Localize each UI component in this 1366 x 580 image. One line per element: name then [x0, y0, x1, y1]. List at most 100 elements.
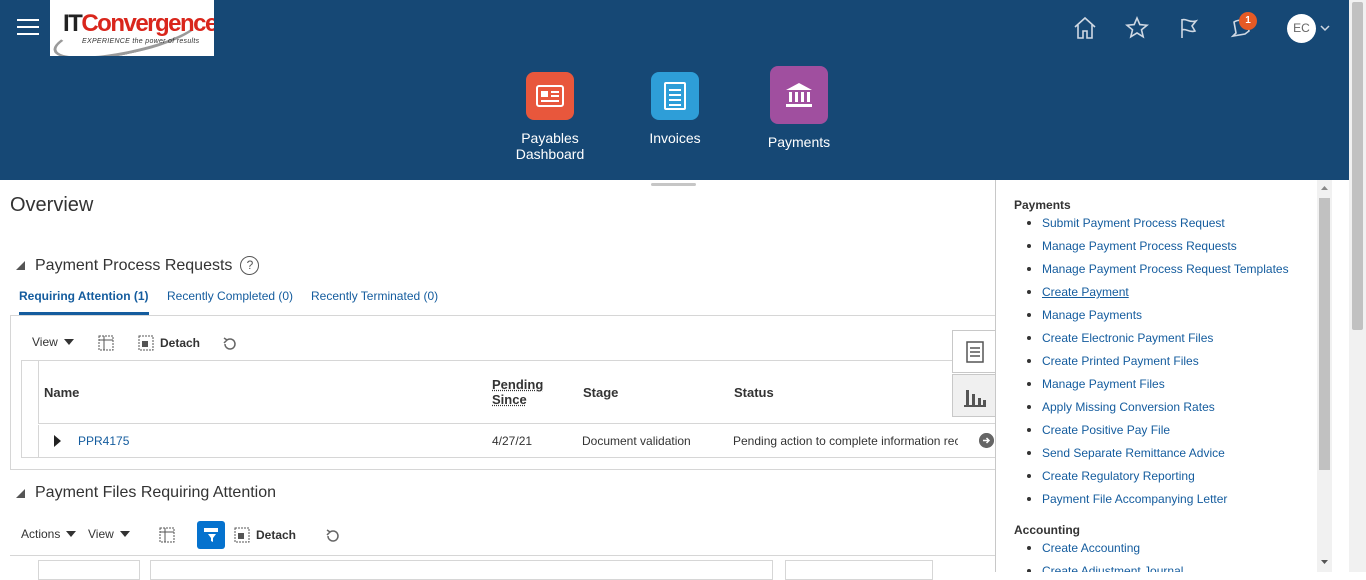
task-link[interactable]: Manage Payment Process Requests: [1014, 239, 1289, 262]
column-header-name[interactable]: Name: [44, 385, 79, 400]
filter-icon: [204, 528, 218, 542]
refresh-icon[interactable]: [324, 527, 342, 545]
refresh-icon[interactable]: [221, 335, 239, 353]
accounting-task-list: Create Accounting Create Adjustment Journ…: [1014, 541, 1183, 572]
collapse-triangle-icon[interactable]: [16, 261, 25, 270]
help-icon[interactable]: ?: [240, 256, 260, 275]
tile-payments[interactable]: Payments: [766, 66, 832, 150]
scroll-thumb[interactable]: [1319, 198, 1330, 470]
view-menu[interactable]: View: [88, 527, 130, 541]
view-menu[interactable]: View: [32, 335, 74, 349]
pending-label-1: Pending: [492, 377, 544, 392]
tile-label-line2: Dashboard: [515, 146, 585, 162]
task-link[interactable]: Manage Payments: [1014, 308, 1289, 331]
tile-label-line1: Payments: [767, 134, 831, 150]
freeze-columns-icon[interactable]: [97, 334, 115, 352]
splitter-handle[interactable]: [651, 183, 696, 186]
task-link-label: Apply Missing Conversion Rates: [1042, 400, 1215, 414]
caret-down-icon: [66, 531, 77, 537]
page-scroll-thumb[interactable]: [1352, 2, 1363, 330]
task-link[interactable]: Create Printed Payment Files: [1014, 354, 1289, 377]
flag-icon[interactable]: [1175, 14, 1203, 42]
table-header-cell: [785, 560, 933, 580]
tile-invoices[interactable]: Invoices: [645, 72, 705, 146]
collapse-triangle-icon[interactable]: [16, 488, 25, 498]
task-link-label: Create Printed Payment Files: [1042, 354, 1199, 368]
table-header-cell: [38, 560, 140, 580]
tab-recently-completed[interactable]: Recently Completed (0): [167, 289, 293, 303]
payment-files-section-header[interactable]: Payment Files Requiring Attention: [16, 484, 276, 502]
task-link[interactable]: Payment File Accompanying Letter: [1014, 492, 1289, 515]
task-link[interactable]: Manage Payment Process Request Templates: [1014, 262, 1289, 285]
ppr-section-header[interactable]: Payment Process Requests ?: [16, 256, 260, 275]
tile-label-line1: Payables: [521, 130, 579, 146]
task-link[interactable]: Create Regulatory Reporting: [1014, 469, 1289, 492]
task-link[interactable]: Create Positive Pay File: [1014, 423, 1289, 446]
logo-tagline: EXPERIENCE the power of results: [82, 38, 200, 45]
freeze-columns-icon[interactable]: [158, 526, 176, 544]
company-logo[interactable]: ITConvergence EXPERIENCE the power of re…: [50, 0, 214, 56]
task-link[interactable]: Manage Payment Files: [1014, 377, 1289, 400]
task-link-label: Send Separate Remittance Advice: [1042, 446, 1225, 460]
task-link[interactable]: Create Electronic Payment Files: [1014, 331, 1289, 354]
detach-label: Detach: [160, 336, 201, 350]
analytics-panel-tab[interactable]: [952, 374, 996, 417]
bank-icon: [770, 66, 828, 124]
go-arrow-icon[interactable]: [979, 433, 994, 448]
user-avatar[interactable]: EC: [1287, 14, 1316, 43]
tile-payables-dashboard[interactable]: Payables Dashboard: [512, 72, 588, 162]
chevron-down-icon[interactable]: [1319, 22, 1331, 34]
scroll-down-arrow-icon[interactable]: [1320, 558, 1329, 566]
ppr-tabs: Requiring Attention (1) Recently Complet…: [10, 282, 995, 316]
tasks-panel-scrollbar[interactable]: [1317, 180, 1332, 572]
ppr-name-link[interactable]: PPR4175: [78, 434, 129, 448]
task-link[interactable]: Create Payment: [1014, 285, 1289, 308]
expand-row-icon[interactable]: [54, 435, 61, 447]
task-link[interactable]: Apply Missing Conversion Rates: [1014, 400, 1289, 423]
task-link-label: Manage Payment Process Request Templates: [1042, 262, 1289, 276]
actions-menu-label: Actions: [21, 527, 61, 541]
logo-brand-it: IT: [63, 10, 83, 37]
tasks-panel-tab[interactable]: [952, 330, 996, 373]
task-link[interactable]: Create Accounting: [1014, 541, 1183, 564]
task-link-label: Manage Payment Files: [1042, 377, 1165, 391]
payments-task-list: Submit Payment Process Request Manage Pay…: [1014, 216, 1289, 515]
table-header-cell: [150, 560, 773, 580]
navigator-menu-icon[interactable]: [17, 19, 39, 37]
detach-button[interactable]: Detach: [138, 335, 200, 351]
task-link-label: Create Positive Pay File: [1042, 423, 1171, 437]
page-scrollbar[interactable]: [1349, 0, 1366, 572]
view-menu-label: View: [32, 335, 58, 349]
bar-chart-icon: [963, 389, 986, 407]
logo-brand-rest: Convergence: [81, 10, 214, 37]
column-header-pending-since[interactable]: Pending Since: [492, 377, 543, 407]
tab-requiring-attention[interactable]: Requiring Attention (1): [19, 289, 149, 315]
table-row[interactable]: PPR4175 4/27/21 Document validation Pend…: [38, 425, 995, 458]
task-link-label: Payment File Accompanying Letter: [1042, 492, 1228, 506]
task-link[interactable]: Submit Payment Process Request: [1014, 216, 1289, 239]
caret-down-icon: [63, 339, 74, 345]
notification-badge: 1: [1239, 12, 1257, 30]
detach-button[interactable]: Detach: [234, 527, 296, 543]
dashboard-icon: [526, 72, 574, 120]
pending-since-value: 4/27/21: [492, 434, 533, 448]
task-link[interactable]: Send Separate Remittance Advice: [1014, 446, 1289, 469]
actions-menu[interactable]: Actions: [21, 527, 77, 541]
scroll-up-arrow-icon[interactable]: [1320, 184, 1329, 192]
column-header-stage[interactable]: Stage: [583, 385, 618, 400]
page-title: Overview: [10, 194, 94, 216]
star-icon[interactable]: [1123, 14, 1151, 42]
query-by-example-button[interactable]: [197, 521, 225, 549]
ppr-table: Name Pending Since Stage Status PPR4175 …: [21, 360, 995, 458]
column-header-status[interactable]: Status: [734, 385, 774, 400]
table-header: Name Pending Since Stage Status: [38, 361, 995, 424]
view-menu-label: View: [88, 527, 114, 541]
tile-label-line1: Invoices: [649, 130, 701, 146]
detach-icon: [234, 527, 250, 543]
task-link-label: Submit Payment Process Request: [1042, 216, 1225, 230]
task-link[interactable]: Create Adjustment Journal: [1014, 564, 1183, 572]
detach-label: Detach: [256, 528, 297, 542]
accounting-tasks-heading: Accounting: [1014, 523, 1080, 537]
tab-recently-terminated[interactable]: Recently Terminated (0): [311, 289, 438, 303]
home-icon[interactable]: [1071, 14, 1099, 42]
